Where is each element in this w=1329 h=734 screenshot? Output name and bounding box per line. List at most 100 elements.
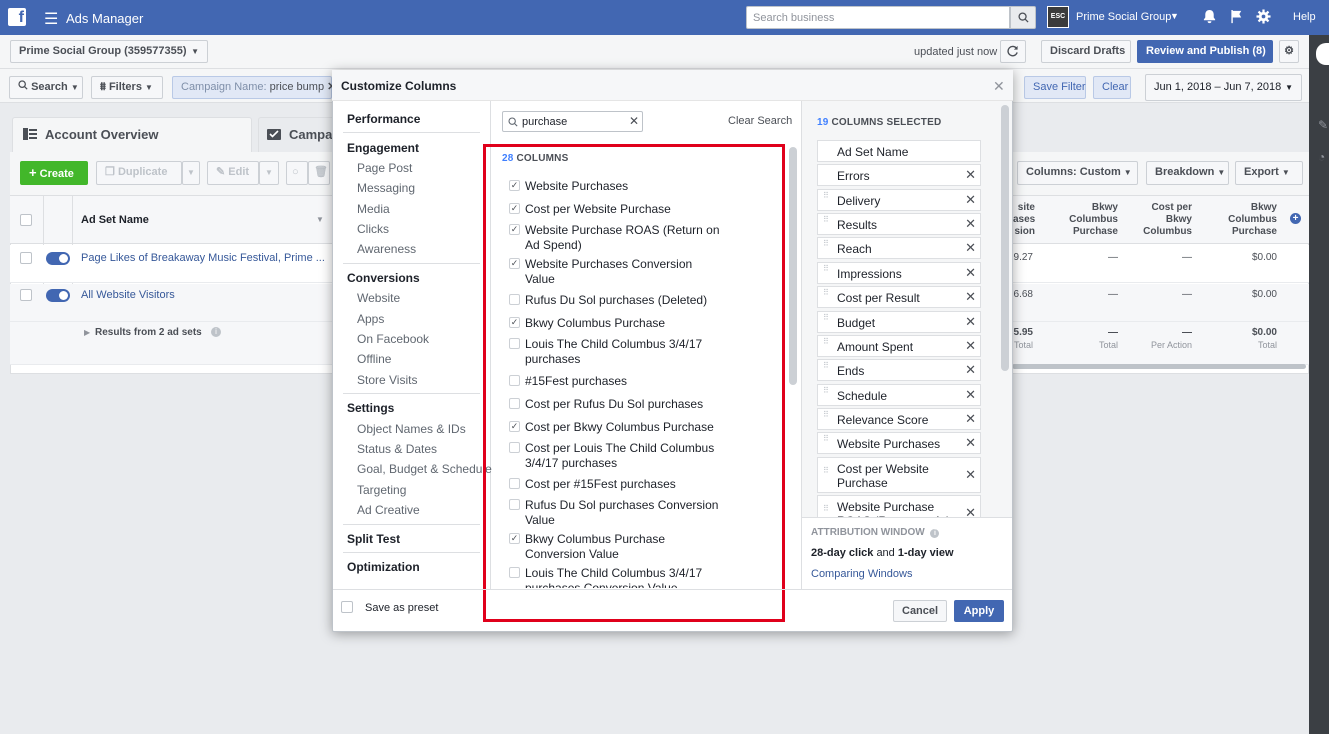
selected-column-item[interactable]: ⠿ Delivery ✕ [817, 189, 981, 211]
drag-handle-icon[interactable]: ⠿ [823, 387, 829, 401]
remove-icon[interactable]: ✕ [965, 412, 976, 426]
date-range-picker[interactable]: Jun 1, 2018 – Jun 7, 2018 ▼ [1145, 74, 1302, 101]
column-header-bkwy-columbus-purchase[interactable]: Bkwy Columbus Purchase [1050, 202, 1118, 238]
nav-item-goal-budget-schedule[interactable]: Goal, Budget & Schedule [357, 462, 492, 476]
nav-engagement[interactable]: Engagement [347, 141, 419, 155]
nav-optimization[interactable]: Optimization [347, 560, 420, 574]
remove-icon[interactable]: ✕ [965, 468, 976, 482]
selected-column-item[interactable]: ⠿ Reach ✕ [817, 237, 981, 259]
clear-filter-button[interactable]: Clear [1093, 76, 1131, 99]
selected-column-item[interactable]: ⠿ Cost per Result ✕ [817, 286, 981, 308]
drag-handle-icon[interactable]: ⠿ [823, 411, 829, 425]
nav-item-targeting[interactable]: Targeting [357, 483, 406, 497]
clear-input-icon[interactable]: ✕ [629, 114, 639, 128]
save-filter-button[interactable]: Save Filter [1024, 76, 1086, 99]
close-icon[interactable]: ✕ [993, 78, 1005, 95]
comparing-windows-link[interactable]: Comparing Windows [811, 568, 912, 580]
drag-handle-icon[interactable]: ⠿ [823, 435, 829, 449]
nav-item-awareness[interactable]: Awareness [357, 242, 416, 256]
nav-performance[interactable]: Performance [347, 112, 420, 126]
nav-item-object-names-ids[interactable]: Object Names & IDs [357, 422, 466, 436]
discard-drafts-button[interactable]: Discard Drafts [1041, 40, 1131, 63]
search-button[interactable]: Search ▼ [9, 76, 83, 99]
drag-handle-icon[interactable]: ⠿ [823, 216, 829, 230]
ad-set-name-link[interactable]: Page Likes of Breakaway Music Festival, … [81, 252, 325, 264]
nav-item-clicks[interactable]: Clicks [357, 222, 389, 236]
column-header-bkwy-columbus-purchase-value[interactable]: Bkwy Columbus Purchase [1198, 202, 1277, 238]
delete-trash-icon[interactable]: 🗑 [308, 161, 330, 185]
edit-button[interactable]: ✎ Edit [207, 161, 259, 185]
apply-button[interactable]: Apply [954, 600, 1004, 622]
tab-account-overview[interactable]: Account Overview [12, 117, 252, 152]
edit-pencil-icon[interactable]: ✎ [1318, 118, 1328, 132]
nav-item-apps[interactable]: Apps [357, 312, 384, 326]
row-checkbox[interactable] [20, 252, 32, 264]
remove-icon[interactable]: ✕ [965, 315, 976, 329]
selected-column-item[interactable]: ⠿ Ends ✕ [817, 359, 981, 381]
duplicate-dropdown-chevron-icon[interactable]: ▼ [182, 161, 200, 185]
breakdown-dropdown[interactable]: Breakdown ▼ [1146, 161, 1229, 185]
remove-icon[interactable]: ✕ [965, 266, 976, 280]
menu-icon[interactable]: ☰ [44, 9, 58, 29]
refresh-icon[interactable] [1000, 40, 1026, 63]
selected-column-item[interactable]: Errors ✕ [817, 164, 981, 186]
ab-test-icon[interactable]: ○ [286, 161, 308, 185]
remove-icon[interactable]: ✕ [965, 436, 976, 450]
nav-item-page-post[interactable]: Page Post [357, 161, 412, 175]
drag-handle-icon[interactable]: ⠿ [823, 192, 829, 206]
remove-icon[interactable]: ✕ [965, 339, 976, 353]
remove-icon[interactable]: ✕ [965, 168, 976, 182]
nav-item-store-visits[interactable]: Store Visits [357, 373, 417, 387]
options-scrollbar[interactable] [789, 147, 797, 385]
nav-settings[interactable]: Settings [347, 401, 394, 415]
export-dropdown[interactable]: Export ▼ [1235, 161, 1303, 185]
expand-caret-icon[interactable]: ▶ [84, 328, 90, 337]
help-link[interactable]: Help [1293, 11, 1316, 23]
column-search-input[interactable]: purchase ✕ [502, 111, 643, 132]
review-and-publish-button[interactable]: Review and Publish (8) [1137, 40, 1273, 63]
remove-icon[interactable]: ✕ [965, 363, 976, 377]
selected-column-item[interactable]: ⠿ Results ✕ [817, 213, 981, 235]
selected-scrollbar[interactable] [1001, 105, 1009, 371]
drag-handle-icon[interactable]: ⠿ [823, 362, 829, 376]
remove-icon[interactable]: ✕ [965, 290, 976, 304]
account-selector[interactable]: Prime Social Group (359577355) ▼ [10, 40, 208, 63]
settings-gear-icon[interactable]: ⚙ [1279, 40, 1299, 63]
selected-column-item[interactable]: ⠿ Impressions ✕ [817, 262, 981, 284]
nav-item-media[interactable]: Media [357, 202, 390, 216]
selected-column-item[interactable]: ⠿ Relevance Score ✕ [817, 408, 981, 430]
drag-handle-icon[interactable]: ⠿ [823, 338, 829, 352]
info-icon[interactable]: i [211, 327, 221, 337]
nav-item-website[interactable]: Website [357, 291, 400, 305]
remove-icon[interactable]: ✕ [965, 217, 976, 231]
add-column-plus-icon[interactable]: + [1290, 213, 1301, 224]
select-all-checkbox[interactable] [20, 214, 32, 226]
drag-handle-icon[interactable]: ⠿ [823, 289, 829, 303]
nav-conversions[interactable]: Conversions [347, 271, 420, 285]
create-button[interactable]: + Create [20, 161, 88, 185]
search-business-input[interactable]: Search business [746, 6, 1010, 29]
remove-icon[interactable]: ✕ [965, 388, 976, 402]
nav-item-messaging[interactable]: Messaging [357, 181, 415, 195]
column-header-website-purchase-roas[interactable]: site ases sion [1013, 202, 1035, 238]
row-checkbox[interactable] [20, 289, 32, 301]
horizontal-scrollbar[interactable] [1012, 364, 1306, 369]
notifications-bell-icon[interactable] [1202, 9, 1217, 28]
drag-handle-icon[interactable]: ⠿ [823, 467, 829, 481]
filters-button[interactable]: ⩩ Filters ▼ [91, 76, 163, 99]
selected-column-item[interactable]: ⠿ Cost per Website Purchase ✕ [817, 457, 981, 493]
row-toggle[interactable] [46, 252, 70, 265]
nav-item-ad-creative[interactable]: Ad Creative [357, 503, 420, 517]
ad-set-name-link[interactable]: All Website Visitors [81, 289, 175, 301]
drag-handle-icon[interactable]: ⠿ [823, 265, 829, 279]
nav-item-on-facebook[interactable]: On Facebook [357, 332, 429, 346]
clear-search-link[interactable]: Clear Search [728, 115, 792, 127]
selected-column-item[interactable]: ⠿ Website Purchases ✕ [817, 432, 981, 454]
facebook-logo-icon[interactable]: f [8, 8, 26, 26]
nav-item-status-dates[interactable]: Status & Dates [357, 442, 437, 456]
save-as-preset-label[interactable]: Save as preset [365, 602, 438, 614]
side-panel-handle[interactable] [1316, 43, 1329, 65]
search-icon[interactable] [1010, 6, 1036, 29]
save-as-preset-checkbox[interactable] [341, 601, 353, 613]
sort-caret-icon[interactable]: ▼ [316, 215, 324, 224]
